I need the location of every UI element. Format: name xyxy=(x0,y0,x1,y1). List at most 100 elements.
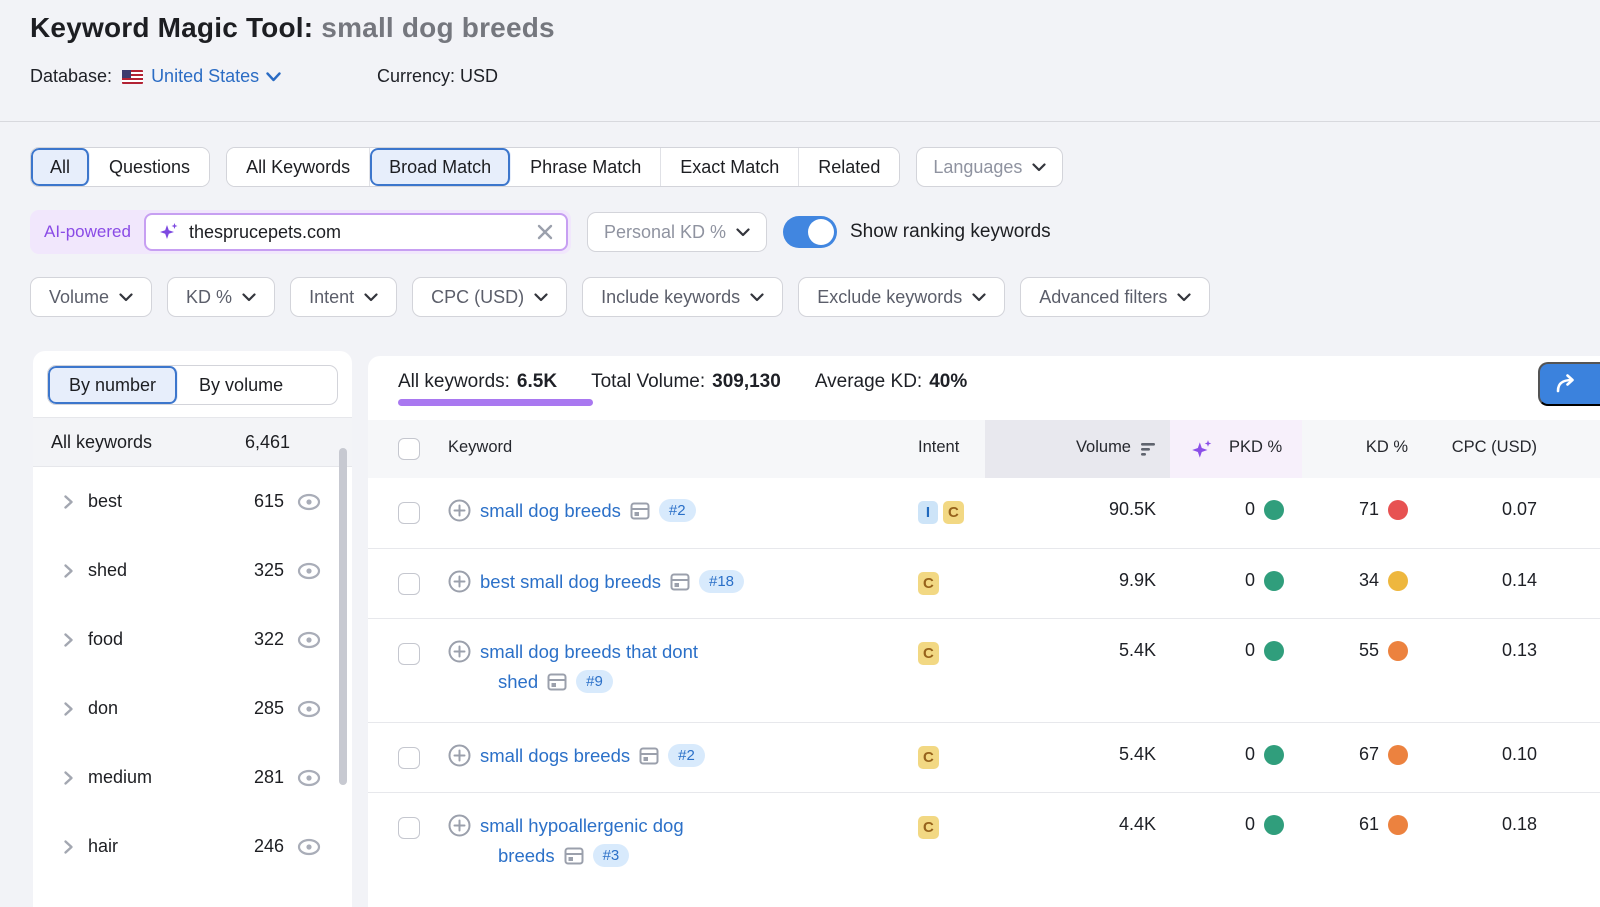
serp-features-icon[interactable] xyxy=(547,672,567,692)
position-badge[interactable]: #18 xyxy=(699,570,744,593)
eye-icon[interactable] xyxy=(296,837,322,857)
pkd-cell: 0 xyxy=(1170,478,1302,548)
serp-features-icon[interactable] xyxy=(639,746,659,766)
show-ranking-keywords-toggle[interactable] xyxy=(783,216,837,248)
pkd-value: 0 xyxy=(1245,570,1255,591)
row-checkbox[interactable] xyxy=(398,643,420,665)
header-cpc[interactable]: CPC (USD) xyxy=(1412,420,1600,478)
export-button[interactable] xyxy=(1538,362,1600,406)
position-badge[interactable]: #2 xyxy=(668,744,705,767)
row-checkbox[interactable] xyxy=(398,747,420,769)
table-row: small dog breeds #2 IC 90.5K 0 71 0.07 xyxy=(368,478,1600,548)
all-keywords-summary-label: All keywords: xyxy=(398,371,510,392)
cpc-cell: 0.18 xyxy=(1412,793,1600,896)
eye-icon[interactable] xyxy=(296,561,322,581)
tab[interactable]: Broad Match xyxy=(370,148,511,186)
serp-features-icon[interactable] xyxy=(630,501,650,521)
keyword-link[interactable]: small dog breeds xyxy=(480,500,621,522)
header-kd[interactable]: KD % xyxy=(1302,420,1412,478)
filter-dropdown[interactable]: Exclude keywords xyxy=(798,277,1005,317)
pkd-value: 0 xyxy=(1245,640,1255,661)
filter-dropdown[interactable]: Intent xyxy=(290,277,397,317)
table-row: small dog breeds that dont shed #9 C 5.4… xyxy=(368,618,1600,722)
domain-input[interactable]: thesprucepets.com xyxy=(144,213,568,251)
tab[interactable]: Exact Match xyxy=(661,148,799,186)
keyword-link[interactable]: best small dog breeds xyxy=(480,571,661,593)
intent-cell: IC xyxy=(918,478,985,548)
tab[interactable]: Phrase Match xyxy=(511,148,661,186)
filter-dropdown[interactable]: Include keywords xyxy=(582,277,783,317)
header-keyword[interactable]: Keyword xyxy=(448,420,918,478)
tab[interactable]: All xyxy=(31,148,90,186)
chevron-right-icon[interactable] xyxy=(60,701,76,717)
tab[interactable]: Questions xyxy=(90,148,209,186)
chevron-right-icon[interactable] xyxy=(60,839,76,855)
eye-icon[interactable] xyxy=(296,699,322,719)
kd-value: 61 xyxy=(1359,814,1379,835)
header-volume[interactable]: Volume xyxy=(985,420,1170,478)
intent-cell: C xyxy=(918,549,985,618)
sparkle-icon xyxy=(1190,438,1214,462)
clear-input-icon[interactable] xyxy=(536,223,554,241)
sidebar-group-item[interactable]: medium 281 xyxy=(33,743,352,812)
tab-label: Phrase Match xyxy=(530,157,641,178)
chevron-right-icon[interactable] xyxy=(60,632,76,648)
chevron-down-icon xyxy=(972,293,986,302)
position-badge[interactable]: #9 xyxy=(576,670,613,693)
filter-dropdown[interactable]: CPC (USD) xyxy=(412,277,567,317)
tab[interactable]: Related xyxy=(799,148,899,186)
chevron-right-icon[interactable] xyxy=(60,563,76,579)
keyword-link-line2[interactable]: shed xyxy=(498,671,538,693)
tab[interactable]: By number xyxy=(48,366,178,404)
filter-dropdown[interactable]: KD % xyxy=(167,277,275,317)
add-keyword-icon[interactable] xyxy=(448,570,471,593)
keyword-link[interactable]: small dog breeds that dont xyxy=(480,641,698,663)
keyword-link[interactable]: small dogs breeds xyxy=(480,745,630,767)
sidebar-group-item[interactable]: hair 246 xyxy=(33,812,352,881)
add-keyword-icon[interactable] xyxy=(448,499,471,522)
header-intent[interactable]: Intent xyxy=(918,420,985,478)
eye-icon[interactable] xyxy=(296,492,322,512)
add-keyword-icon[interactable] xyxy=(448,814,471,837)
add-keyword-icon[interactable] xyxy=(448,640,471,663)
intent-badge-i: I xyxy=(918,501,938,524)
eye-icon[interactable] xyxy=(296,630,322,650)
sidebar-group-item[interactable]: food 322 xyxy=(33,605,352,674)
row-checkbox[interactable] xyxy=(398,817,420,839)
filter-label: Volume xyxy=(49,287,109,308)
sidebar-group-item[interactable]: best 615 xyxy=(33,467,352,536)
chevron-down-icon xyxy=(534,293,548,302)
filter-dropdown[interactable]: Volume xyxy=(30,277,152,317)
chevron-right-icon[interactable] xyxy=(60,770,76,786)
row-checkbox[interactable] xyxy=(398,573,420,595)
filter-dropdown[interactable]: Advanced filters xyxy=(1020,277,1210,317)
languages-dropdown[interactable]: Languages xyxy=(916,147,1063,187)
keyword-link[interactable]: small hypoallergenic dog xyxy=(480,815,684,837)
sparkle-icon xyxy=(158,221,180,243)
sidebar-group-item[interactable]: shed 325 xyxy=(33,536,352,605)
tab[interactable]: By volume xyxy=(178,366,304,404)
eye-icon[interactable] xyxy=(296,768,322,788)
database-selector[interactable]: United States xyxy=(151,66,281,87)
filter-label: CPC (USD) xyxy=(431,287,524,308)
chevron-right-icon[interactable] xyxy=(60,494,76,510)
us-flag-icon xyxy=(122,70,143,84)
position-badge[interactable]: #2 xyxy=(659,499,696,522)
sidebar-scrollbar[interactable] xyxy=(339,448,347,785)
select-all-checkbox[interactable] xyxy=(398,438,420,460)
header-pkd[interactable]: PKD % xyxy=(1170,420,1302,478)
serp-features-icon[interactable] xyxy=(564,846,584,866)
position-badge[interactable]: #3 xyxy=(593,844,630,867)
row-checkbox[interactable] xyxy=(398,502,420,524)
add-keyword-icon[interactable] xyxy=(448,744,471,767)
personal-kd-dropdown[interactable]: Personal KD % xyxy=(587,212,767,252)
total-volume-value: 309,130 xyxy=(712,371,781,392)
keyword-link-line2[interactable]: breeds xyxy=(498,845,555,867)
group-label: food xyxy=(88,629,123,650)
sidebar-group-item[interactable]: don 285 xyxy=(33,674,352,743)
sidebar-all-keywords-row[interactable]: All keywords 6,461 xyxy=(33,417,352,467)
ai-powered-label: AI-powered xyxy=(44,222,131,242)
tab[interactable]: All Keywords xyxy=(227,148,370,186)
serp-features-icon[interactable] xyxy=(670,572,690,592)
active-tab-underline xyxy=(398,399,593,406)
